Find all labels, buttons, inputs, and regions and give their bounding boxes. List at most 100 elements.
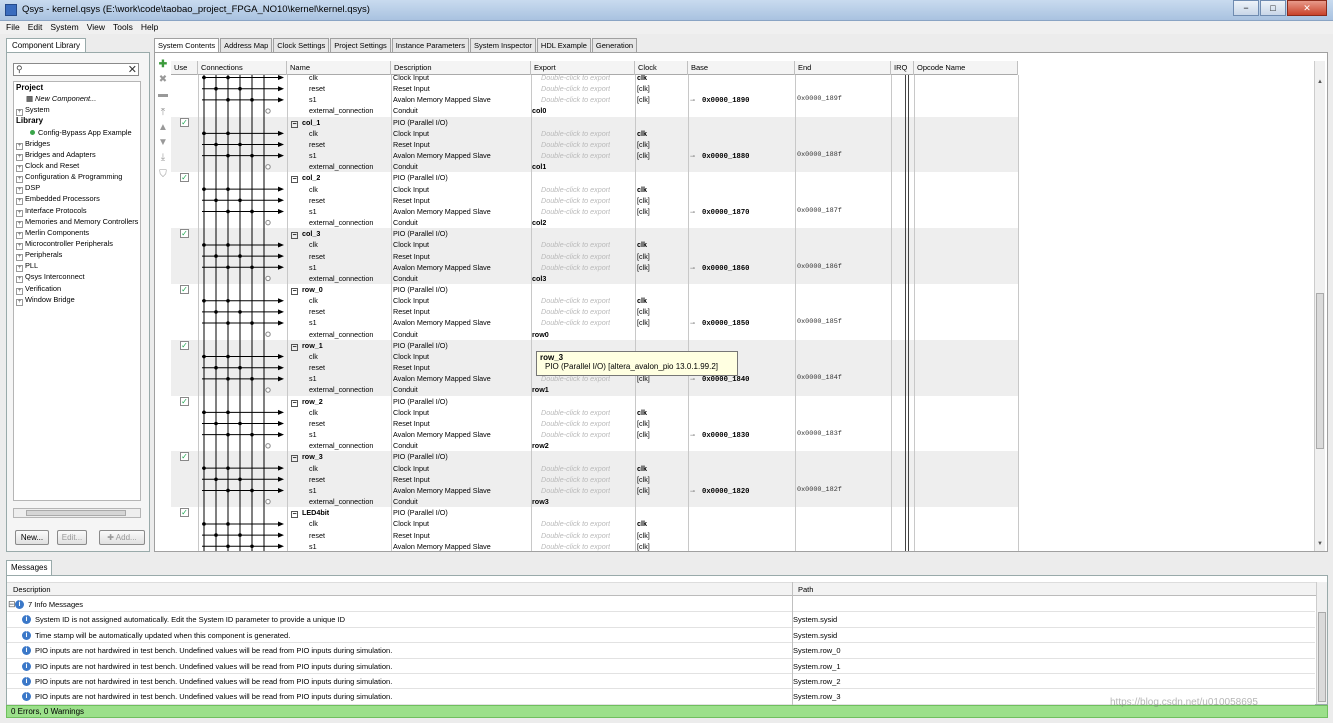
connection-dot[interactable]	[214, 198, 218, 203]
export-cell[interactable]: Double-click to export	[541, 75, 610, 83]
clock-cell[interactable]: [clk]	[637, 429, 650, 440]
connection-dot[interactable]	[202, 243, 206, 247]
connection-dot[interactable]	[226, 243, 230, 247]
clock-cell[interactable]: clk	[637, 75, 647, 83]
library-item[interactable]: + Embedded Processors	[14, 193, 140, 206]
port-name[interactable]: reset	[309, 362, 325, 373]
use-checkbox[interactable]: ✓	[180, 285, 189, 294]
export-cell[interactable]: Double-click to export	[541, 485, 610, 496]
message-row[interactable]: i System ID is not assigned automatically…	[7, 612, 1315, 628]
message-group[interactable]: ⊟ i 7 Info Messages	[7, 597, 1315, 613]
library-item[interactable]: Config-Bypass App Example	[14, 127, 140, 138]
base-address[interactable]: ⊸ 0x0000_1860	[690, 262, 749, 273]
collapse-icon[interactable]: −	[291, 399, 298, 407]
col-message-description[interactable]: Description	[13, 583, 51, 596]
connection-dot[interactable]	[226, 488, 230, 493]
port-name[interactable]: clk	[309, 295, 318, 306]
port-name[interactable]: reset	[309, 530, 325, 541]
tab-clock-settings[interactable]: Clock Settings	[273, 38, 330, 53]
connection-dot[interactable]	[250, 209, 254, 214]
filter-icon[interactable]: ⛉	[157, 169, 169, 181]
export-name[interactable]: row0	[532, 329, 549, 340]
scrollbar-thumb[interactable]	[1318, 612, 1326, 702]
tab-system-inspector[interactable]: System Inspector	[469, 38, 536, 53]
port-name[interactable]: reset	[309, 418, 325, 429]
export-name[interactable]: col2	[532, 217, 546, 228]
library-item[interactable]: ▦ New Component...	[14, 93, 140, 104]
connection-dot[interactable]	[202, 298, 206, 303]
port-name[interactable]: clk	[309, 128, 318, 139]
export-cell[interactable]: Double-click to export	[541, 418, 610, 429]
connection-dot[interactable]	[226, 410, 230, 415]
port-name[interactable]: external_connection	[309, 329, 373, 340]
move-top-icon[interactable]: ⤒	[157, 107, 169, 119]
export-name[interactable]: col1	[532, 161, 546, 172]
port-name[interactable]: clk	[309, 75, 318, 83]
message-row[interactable]: i Time stamp will be automatically update…	[7, 628, 1315, 644]
export-cell[interactable]: Double-click to export	[541, 518, 610, 529]
scrollbar-thumb[interactable]	[1316, 293, 1324, 449]
menu-tools[interactable]: Tools	[113, 21, 133, 34]
message-row[interactable]: i PIO inputs are not hardwired in test be…	[7, 674, 1315, 690]
menu-help[interactable]: Help	[141, 21, 158, 34]
connection-dot[interactable]	[226, 466, 230, 470]
message-row[interactable]: i PIO inputs are not hardwired in test be…	[7, 659, 1315, 674]
port-name[interactable]: reset	[309, 139, 325, 150]
clock-cell[interactable]: [clk]	[637, 206, 650, 217]
export-cell[interactable]: Double-click to export	[541, 295, 610, 306]
export-cell[interactable]: Double-click to export	[541, 407, 610, 418]
library-item[interactable]: + Memories and Memory Controllers	[14, 216, 140, 228]
port-name[interactable]: s1	[309, 206, 317, 217]
library-item[interactable]: + Bridges and Adapters	[14, 149, 140, 161]
port-name[interactable]: clk	[309, 351, 318, 362]
port-name[interactable]: clk	[309, 407, 318, 418]
port-name[interactable]: external_connection	[309, 496, 373, 507]
export-cell[interactable]: Double-click to export	[541, 94, 610, 105]
connection-dot[interactable]	[238, 142, 242, 147]
clock-cell[interactable]: clk	[637, 463, 647, 474]
connection-dot[interactable]	[250, 544, 254, 549]
connection-dot[interactable]	[214, 142, 218, 147]
menu-system[interactable]: System	[50, 21, 78, 34]
col-description[interactable]: Description	[391, 61, 531, 75]
component-name[interactable]: − row_3	[291, 451, 323, 463]
move-bottom-icon[interactable]: ⤓	[157, 152, 169, 164]
export-cell[interactable]: Double-click to export	[541, 195, 610, 206]
port-name[interactable]: clk	[309, 518, 318, 529]
connection-dot[interactable]	[214, 86, 218, 91]
port-name[interactable]: s1	[309, 262, 317, 273]
col-connections[interactable]: Connections	[198, 61, 287, 75]
connection-dot[interactable]	[214, 365, 218, 370]
clear-search-icon[interactable]: ✕	[128, 63, 137, 76]
use-checkbox[interactable]: ✓	[180, 229, 189, 239]
lock-icon[interactable]: ⊸	[690, 377, 695, 383]
port-name[interactable]: clk	[309, 239, 318, 250]
connection-dot[interactable]	[226, 377, 230, 381]
lock-icon[interactable]: ⊸	[690, 154, 695, 160]
use-checkbox[interactable]: ✓	[180, 396, 189, 406]
library-search-input[interactable]: ⚲ ✕	[13, 63, 139, 76]
lock-icon[interactable]: ⊸	[690, 98, 695, 104]
port-name[interactable]: reset	[309, 83, 325, 94]
library-item[interactable]: + Window Bridge	[14, 294, 140, 306]
col-use[interactable]: Use	[171, 61, 198, 75]
port-name[interactable]: external_connection	[309, 273, 373, 284]
clock-cell[interactable]: [clk]	[637, 150, 650, 161]
add-icon[interactable]: ✚	[157, 59, 169, 71]
clock-cell[interactable]: [clk]	[637, 94, 650, 105]
library-horizontal-scrollbar[interactable]	[13, 508, 141, 518]
connection-dot[interactable]	[214, 477, 218, 482]
export-name[interactable]: row3	[532, 496, 549, 507]
export-cell[interactable]: Double-click to export	[541, 429, 610, 440]
export-cell[interactable]: Double-click to export	[541, 306, 610, 317]
export-cell[interactable]: Double-click to export	[541, 128, 610, 139]
connection-dot[interactable]	[238, 533, 242, 537]
library-item[interactable]: + DSP	[14, 182, 140, 195]
component-name[interactable]: − col_3	[291, 228, 320, 240]
lock-icon[interactable]: ⊸	[690, 210, 695, 216]
connection-dot[interactable]	[226, 187, 230, 191]
message-row[interactable]: i PIO inputs are not hardwired in test be…	[7, 643, 1315, 659]
clock-cell[interactable]: [clk]	[637, 251, 650, 262]
clock-cell[interactable]: [clk]	[637, 195, 650, 206]
collapse-icon[interactable]: −	[291, 288, 298, 295]
